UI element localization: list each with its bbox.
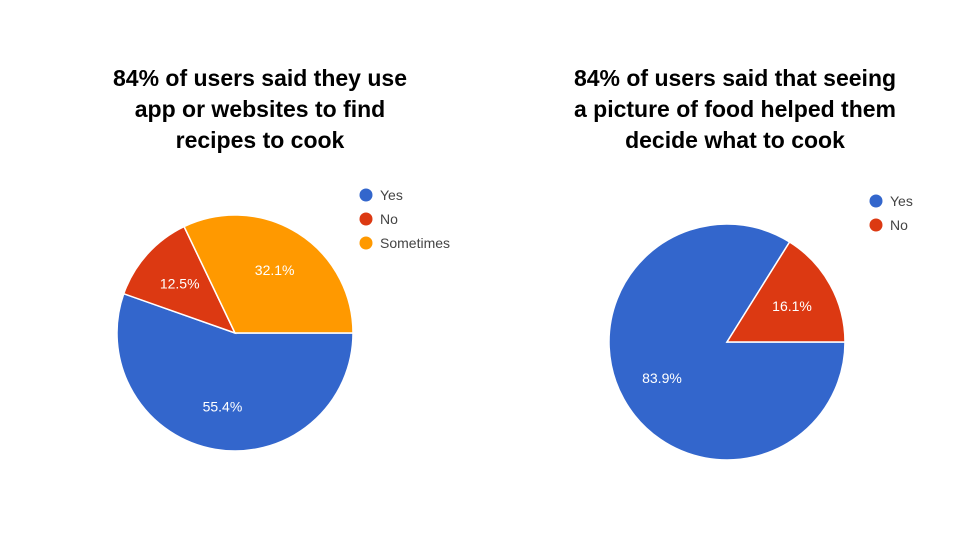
- right-slice-label-yes: 83.9%: [642, 370, 682, 386]
- right-legend-marker-no: [869, 218, 883, 232]
- right-pie-chart: 83.9% 16.1% Yes No: [608, 193, 913, 461]
- right-legend-label-no: No: [890, 217, 908, 233]
- right-legend-marker-yes: [869, 194, 883, 208]
- right-slice-label-no: 16.1%: [772, 298, 812, 314]
- right-legend-label-yes: Yes: [890, 193, 913, 209]
